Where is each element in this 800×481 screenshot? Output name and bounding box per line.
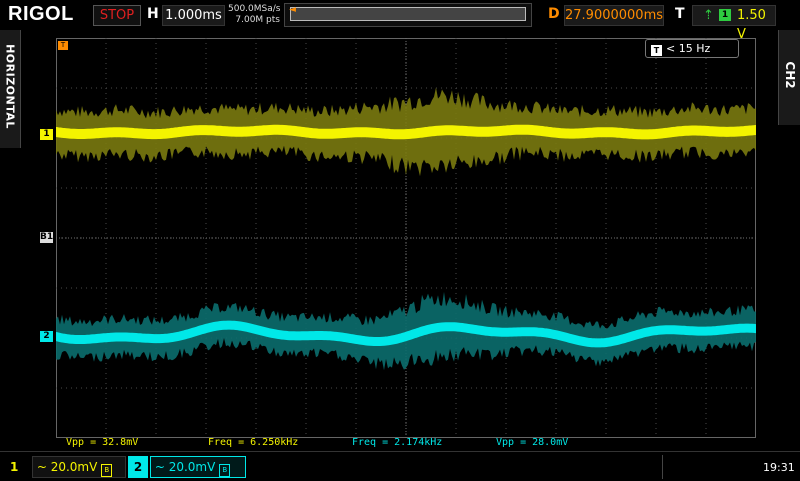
measurement-ch2-freq: Freq = 2.174kHz	[352, 437, 443, 448]
ch1-offset-marker[interactable]: 1	[40, 129, 53, 140]
ch2-number: 2	[128, 456, 148, 478]
bottom-channel-bar: 1 ~ 20.0mV B 2 ~ 20.0mV B 19:31	[0, 451, 800, 481]
measurement-ch1-vpp: Vpp = 32.8mV	[66, 437, 139, 448]
bus-marker[interactable]: B1	[40, 232, 53, 243]
trigger-label: T	[675, 6, 685, 22]
trigger-settings[interactable]: ⇡ 1 1.50 V	[692, 5, 776, 42]
rigol-logo: RIGOL	[8, 3, 74, 25]
ch1-scale-value: ~ 20.0mV	[36, 460, 98, 474]
memory-depth: 7.00M pts	[235, 15, 280, 25]
ch1-waveform	[56, 124, 756, 140]
ch2-tab[interactable]: 2 ~ 20.0mV B	[128, 456, 246, 478]
ch1-number: 1	[10, 460, 19, 474]
measurement-ch1-freq: Freq = 6.250kHz	[208, 437, 299, 448]
ch2-bandwidth-limit-icon: B	[219, 464, 231, 477]
ch2-scale-value: ~ 20.0mV	[154, 460, 216, 474]
ch2-menu-tab[interactable]: CH2	[778, 30, 800, 125]
ch2-tab-label: CH2	[783, 61, 797, 89]
delay-label: D	[548, 6, 560, 22]
ch1-bandwidth-limit-icon: B	[101, 464, 113, 477]
trigger-source-badge: 1	[719, 9, 731, 21]
trigger-position-icon: ◄	[289, 5, 296, 15]
trigger-time-marker-icon: T	[58, 41, 68, 50]
horizontal-delay-value[interactable]: 27.9000000ms	[564, 5, 664, 26]
sample-rate: 500.0MSa/s	[228, 4, 281, 14]
timebase-value[interactable]: 1.000ms	[162, 5, 225, 26]
filter-icon: T	[651, 45, 662, 56]
memory-view-window	[290, 7, 526, 21]
ch1-tab[interactable]: 1 ~ 20.0mV B	[4, 456, 126, 478]
horizontal-label: H	[147, 6, 159, 22]
ch1-scale: ~ 20.0mV B	[32, 456, 126, 478]
filter-value: < 15 Hz	[666, 42, 711, 55]
horizontal-menu-tab[interactable]: HORIZONTAL	[0, 30, 21, 148]
horizontal-tab-label: HORIZONTAL	[3, 44, 17, 129]
ch2-scale: ~ 20.0mV B	[150, 456, 246, 478]
waveform-canvas	[56, 38, 756, 438]
measurement-ch2-vpp: Vpp = 28.0mV	[496, 437, 569, 448]
ch2-offset-marker[interactable]: 2	[40, 331, 53, 342]
filter-badge[interactable]: T < 15 Hz	[645, 39, 739, 58]
acquisition-info: 500.0MSa/s 7.00M pts	[228, 4, 280, 26]
run-stop-status[interactable]: STOP	[93, 5, 141, 26]
rising-edge-icon: ⇡	[703, 8, 714, 23]
top-status-bar: RIGOL STOP H 1.000ms 500.0MSa/s 7.00M pt…	[0, 0, 800, 42]
memory-position-bar[interactable]: ◄	[284, 3, 532, 27]
clock: 19:31	[763, 461, 795, 474]
waveform-display[interactable]	[56, 38, 756, 438]
